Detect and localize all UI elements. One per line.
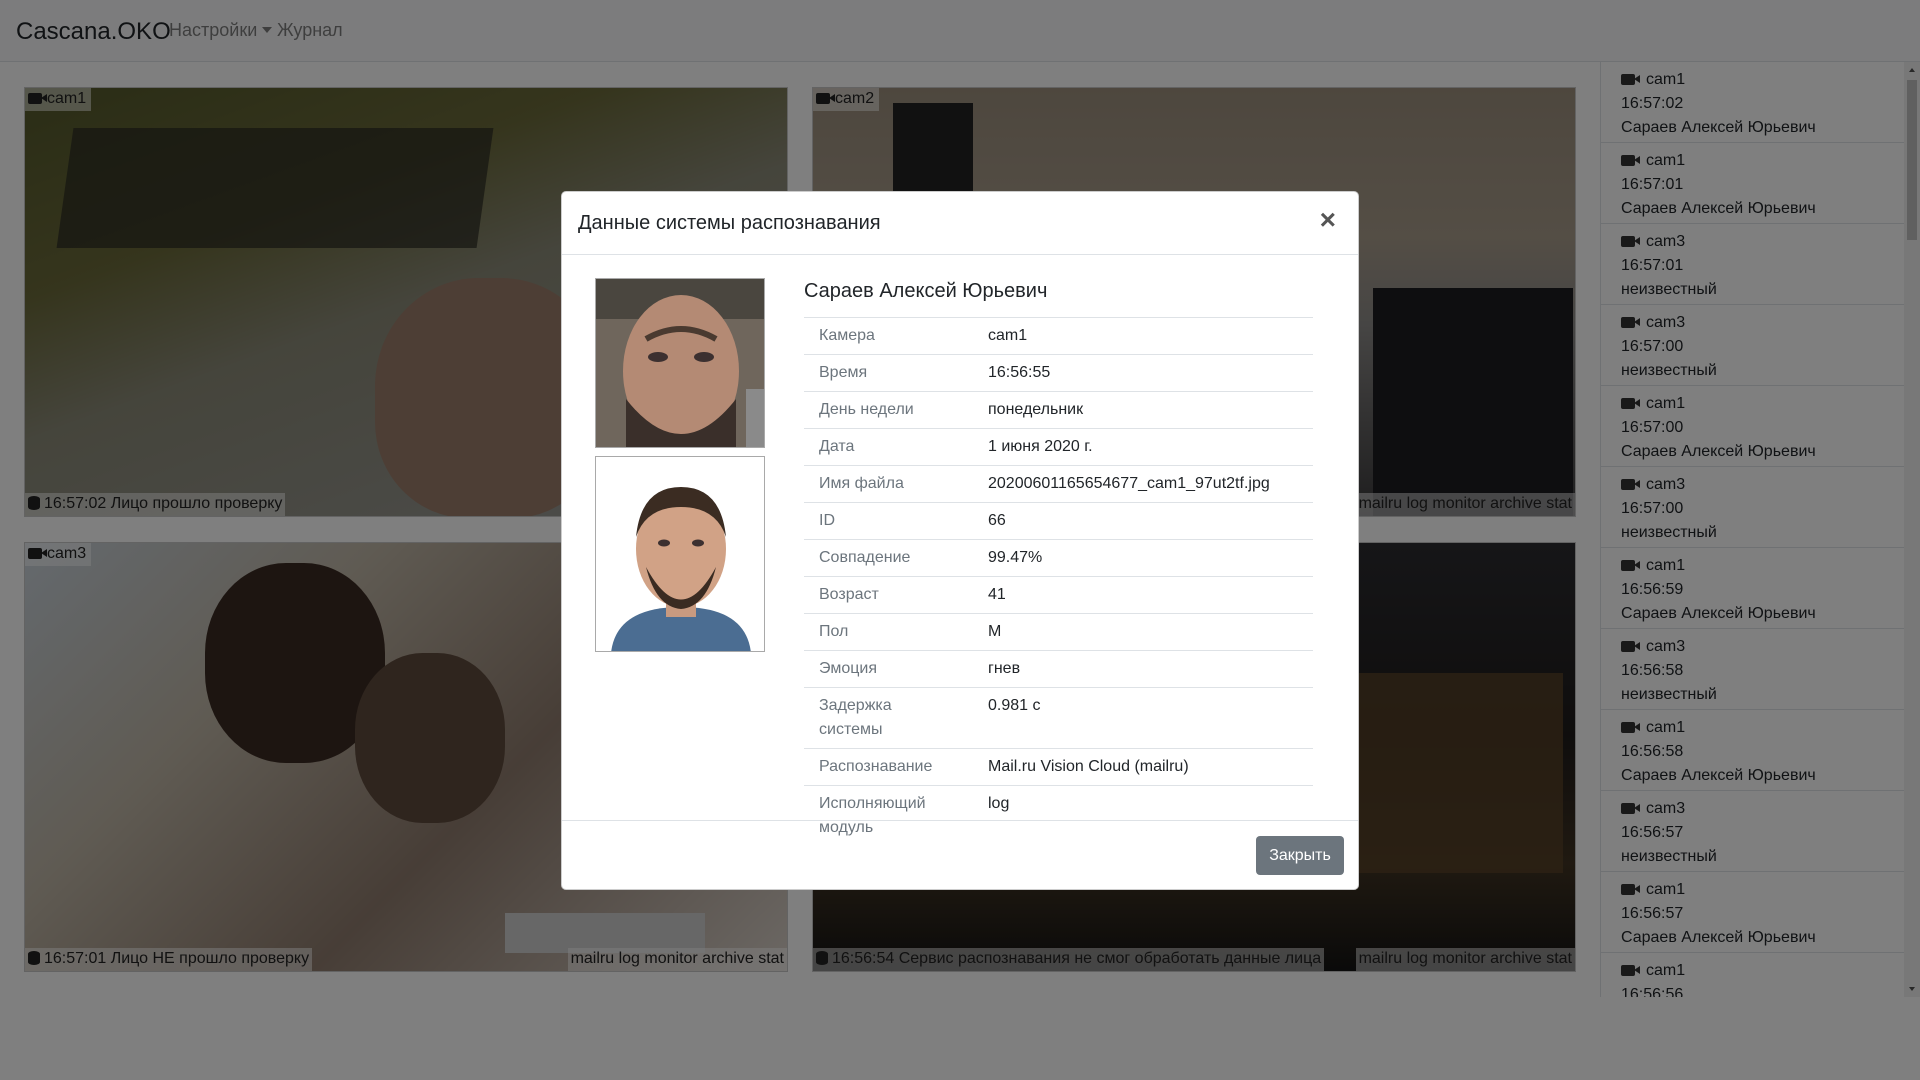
row-value: 1 июня 2020 г. [973,428,1313,466]
table-row: Возраст 41 [804,576,1313,614]
row-key: Совпадение [804,539,973,577]
table-row: День недели понедельник [804,391,1313,429]
table-row: Время 16:56:55 [804,354,1313,392]
captured-face-image [596,279,764,447]
row-value: 16:56:55 [973,354,1313,392]
row-value: 99.47% [973,539,1313,577]
row-value: гнев [973,650,1313,688]
captured-face-photo [595,278,765,448]
row-key: ID [804,502,973,540]
row-value: 0.981 с [973,687,1313,749]
modal-title: Данные системы распознавания [578,212,881,234]
row-key: Возраст [804,576,973,614]
modal-footer: Закрыть [562,820,1358,889]
row-key: День недели [804,391,973,429]
table-row: Совпадение 99.47% [804,539,1313,577]
row-value: 41 [973,576,1313,614]
row-key: Имя файла [804,465,973,503]
row-key: Задержка системы [804,687,973,749]
table-row: Камера cam1 [804,317,1313,355]
row-key: Время [804,354,973,392]
row-value: M [973,613,1313,651]
row-key: Эмоция [804,650,973,688]
reference-face-photo [595,456,765,652]
row-key: Камера [804,317,973,355]
row-key: Распознавание [804,748,973,786]
row-value: 66 [973,502,1313,540]
reference-face-image [596,457,764,651]
row-value: понедельник [973,391,1313,429]
row-key: Дата [804,428,973,466]
row-key: Пол [804,613,973,651]
table-row: ID 66 [804,502,1313,540]
table-row: Распознавание Mail.ru Vision Cloud (mailr… [804,748,1313,786]
table-row: Пол M [804,613,1313,651]
recognition-modal: Данные системы распознавания × Сараев Ал… [561,191,1359,890]
row-value: cam1 [973,317,1313,355]
table-row: Задержка системы 0.981 с [804,687,1313,749]
recognition-details-table: Камера cam1 Время 16:56:55 День недели поне… [804,317,1313,846]
table-row: Имя файла 20200601165654677_cam1_97ut2tf.… [804,465,1313,503]
table-row: Дата 1 июня 2020 г. [804,428,1313,466]
table-row: Эмоция гнев [804,650,1313,688]
row-value: 20200601165654677_cam1_97ut2tf.jpg [973,465,1313,503]
close-button[interactable]: Закрыть [1256,836,1344,875]
person-name: Сараев Алексей Юрьевич [804,280,1048,302]
close-icon[interactable]: × [1320,206,1336,234]
modal-header: Данные системы распознавания × [562,192,1358,255]
row-value: Mail.ru Vision Cloud (mailru) [973,748,1313,786]
